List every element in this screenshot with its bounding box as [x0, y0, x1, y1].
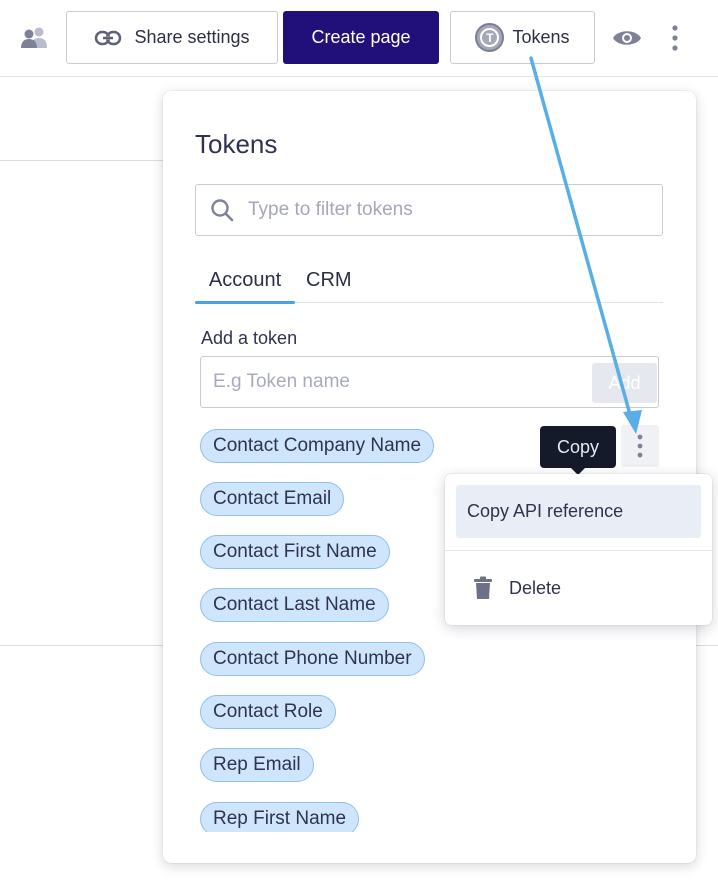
search-input[interactable]: [248, 199, 628, 221]
search-icon: [210, 198, 234, 222]
trash-icon: [473, 576, 493, 600]
panel-title: Tokens: [195, 129, 278, 159]
tokens-button-label: Tokens: [512, 27, 570, 47]
token-chip[interactable]: Contact Email: [200, 482, 345, 516]
token-chip[interactable]: Contact Role: [200, 695, 336, 729]
token-search-field[interactable]: [195, 184, 663, 236]
token-chip[interactable]: Contact First Name: [200, 535, 390, 569]
tab-bar: Account CRM: [195, 263, 663, 304]
people-icon[interactable]: [19, 26, 49, 50]
token-options-menu: Copy API reference Delete: [445, 474, 712, 625]
add-token-button[interactable]: Add: [592, 363, 657, 403]
share-settings-button[interactable]: Share settings: [66, 11, 278, 64]
top-toolbar: Share settings Create page T Tokens: [0, 0, 718, 77]
token-chip[interactable]: Rep First Name: [200, 802, 360, 832]
tokens-badge-icon: T: [475, 23, 505, 52]
menu-divider: [445, 550, 712, 551]
delete-label: Delete: [509, 577, 562, 598]
add-token-label: Add a token: [201, 328, 298, 348]
token-name-input[interactable]: [213, 371, 573, 393]
token-chip[interactable]: Contact Last Name: [200, 588, 389, 622]
background-divider: [0, 645, 170, 646]
tab-crm[interactable]: CRM: [306, 269, 352, 292]
background-divider: [0, 160, 170, 161]
token-chip[interactable]: Contact Company Name: [200, 429, 435, 463]
add-token-row: Add: [200, 356, 659, 408]
more-options-icon[interactable]: [665, 24, 685, 52]
token-options-button[interactable]: [621, 425, 659, 467]
token-chip[interactable]: Rep Email: [200, 748, 314, 782]
delete-item[interactable]: Delete: [456, 564, 701, 612]
share-settings-label: Share settings: [134, 27, 250, 47]
copy-tooltip: Copy: [540, 426, 616, 475]
tokens-button[interactable]: T Tokens: [450, 11, 595, 64]
copy-api-reference-item[interactable]: Copy API reference: [456, 485, 701, 538]
tab-account[interactable]: Account: [195, 269, 295, 304]
eye-icon[interactable]: [611, 26, 643, 50]
token-chip[interactable]: Contact Phone Number: [200, 642, 425, 676]
create-page-button[interactable]: Create page: [283, 11, 439, 64]
link-icon: [94, 30, 122, 46]
